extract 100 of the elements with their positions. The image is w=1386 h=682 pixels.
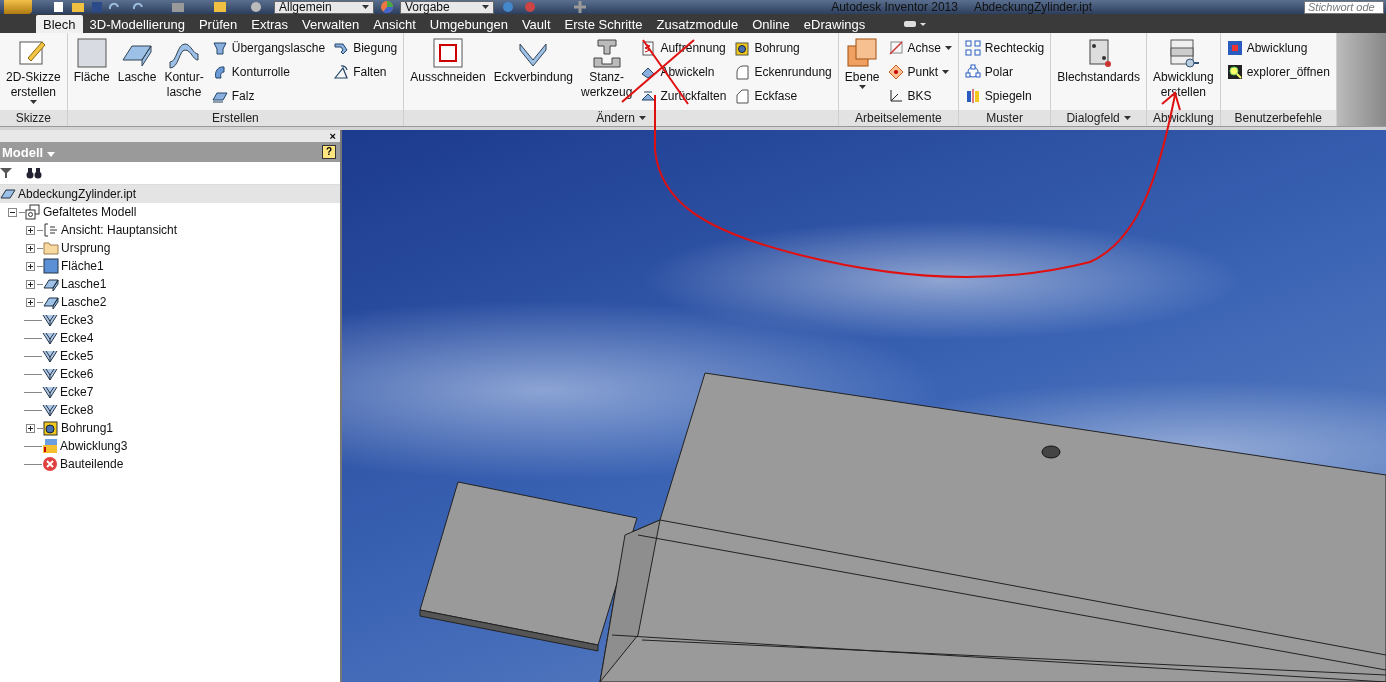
tree-row[interactable]: Ecke7 [0,383,340,401]
caret-icon [46,151,55,157]
collapse-icon[interactable] [8,207,17,217]
expand-icon[interactable] [26,297,35,307]
tree-label: Abwicklung3 [60,439,128,453]
ribbon-tab[interactable]: Verwalten [295,15,367,33]
ribbon-button[interactable]: Punkt [885,60,954,84]
ribbon-button[interactable]: Übergangslasche [209,36,328,60]
tree-row[interactable]: Ecke3 [0,311,340,329]
tree-row[interactable]: Ecke4 [0,329,340,347]
ribbon-button[interactable]: Biegung [331,36,400,60]
ribbon-button[interactable]: Abwicklung erstellen [1150,36,1216,100]
tree-row[interactable]: Fläche1 [0,257,340,275]
tree-label: Ecke4 [60,331,94,345]
tree-label: Ecke7 [60,385,94,399]
ribbon-tab[interactable]: Online [745,15,797,33]
framed-square-icon [1226,40,1243,56]
tree-row[interactable]: Ansicht: Hauptansicht [0,221,340,239]
ribbon-button[interactable]: Eckenrundung [732,60,834,84]
ribbon-button[interactable]: Konturrolle [209,60,328,84]
caret-icon [942,70,950,74]
style-dropdown[interactable]: Allgemein [274,0,374,14]
expand-icon[interactable] [26,243,35,253]
tree-row[interactable]: AbdeckungZylinder.ipt [0,185,340,203]
ribbon-button[interactable]: Falz [209,84,328,108]
search-field[interactable]: Stichwort ode [1304,0,1384,14]
expand-icon[interactable] [26,279,35,289]
corner-icon [42,330,58,346]
help-button[interactable]: ? [322,145,336,159]
flat-pattern-icon [42,438,58,454]
tree-row[interactable]: Ecke5 [0,347,340,365]
ribbon-button[interactable]: BKS [885,84,954,108]
ribbon-button[interactable]: Bohrung [732,36,834,60]
ribbon-tab[interactable]: Zusatzmodule [649,15,746,33]
ribbon-button[interactable]: Rechteckig [962,36,1047,60]
tree-row[interactable]: Ecke6 [0,365,340,383]
mirror-icon [964,88,981,104]
ribbon-button[interactable]: Polar [962,60,1047,84]
ribbon-tab[interactable]: eDrawings [796,15,873,33]
ribbon-tab[interactable]: Vault [514,15,558,33]
ribbon-button[interactable]: explorer_öffnen [1224,60,1332,84]
panel-title: Skizze [0,110,67,126]
view-bracket-icon [43,222,59,238]
square-face-icon [43,258,59,274]
tree-row[interactable]: Lasche2 [0,293,340,311]
ribbon-tab[interactable]: Blech [36,15,83,33]
tree-row[interactable]: Bohrung1 [0,419,340,437]
ribbon-button[interactable]: 2D-Skizze erstellen [4,36,63,104]
caret-icon [29,100,37,104]
caret-icon [638,116,646,120]
part-icon [0,186,16,202]
square-cutout-icon [430,36,465,70]
ribbon-button[interactable]: Ebene [842,36,882,89]
tree-label: Ursprung [61,241,111,255]
magnifier-icon [1226,64,1243,80]
panel-toggle-icon[interactable] [902,18,929,30]
panel-title[interactable]: Dialogfeld [1051,110,1146,126]
ribbon-button[interactable]: Spiegeln [962,84,1047,108]
ribbon-button[interactable]: Stanz- werkzeug [579,36,635,100]
app-title: Autodesk Inventor 2013 [831,1,958,13]
ribbon-tab[interactable]: 3D-Modellierung [82,15,192,33]
tree-row[interactable]: Abwicklung3 [0,437,340,455]
color-wheel-icon[interactable] [380,1,394,13]
ribbon-tab[interactable]: Prüfen [191,15,245,33]
ribbon-tab[interactable]: Erste Schritte [557,15,650,33]
tree-row[interactable]: Bauteilende [0,455,340,473]
panel-title[interactable]: Ändern [404,110,838,126]
ribbon-button[interactable]: Achse [885,36,954,60]
material-dropdown[interactable]: Vorgabe [400,0,494,14]
ribbon-tab[interactable]: Ansicht [366,15,423,33]
close-button[interactable]: × [329,130,336,142]
panel-title: Erstellen [67,110,404,126]
ribbon-button[interactable]: Eckverbindung [491,36,575,85]
ribbon-tab[interactable]: Umgebungen [422,15,515,33]
binoculars-icon[interactable] [26,167,42,179]
ribbon-button[interactable]: Fläche [71,36,112,85]
flange-icon [43,294,59,310]
diamond-point-icon [887,64,904,80]
tree-row[interactable]: Ecke8 [0,401,340,419]
ribbon-button[interactable]: Eckfase [732,84,834,108]
tree-row[interactable]: Ursprung [0,239,340,257]
ribbon-tab[interactable]: Extras [244,15,296,33]
tree-label: Gefaltetes Modell [43,205,137,219]
ribbon-button[interactable]: Ausschneiden [408,36,488,85]
document-title: AbdeckungZylinder.ipt [973,1,1092,13]
ribbon-button[interactable]: Falten [331,60,400,84]
expand-icon[interactable] [26,261,35,271]
filter-icon[interactable] [0,167,12,179]
error-circle-icon [42,456,58,472]
ribbon-button[interactable]: Abwicklung [1224,36,1332,60]
axes-icon [887,88,904,104]
expand-icon[interactable] [26,225,35,235]
ribbon-button[interactable]: Blechstandards [1055,36,1142,85]
tree-row[interactable]: Lasche1 [0,275,340,293]
tree-row[interactable]: Gefaltetes Modell [0,203,340,221]
expand-icon[interactable] [26,423,35,433]
ribbon-button[interactable]: Lasche [115,36,159,85]
chamfer-icon [734,88,751,104]
caret-icon [858,85,866,89]
ribbon-button[interactable]: Kontur- lasche [162,36,206,100]
